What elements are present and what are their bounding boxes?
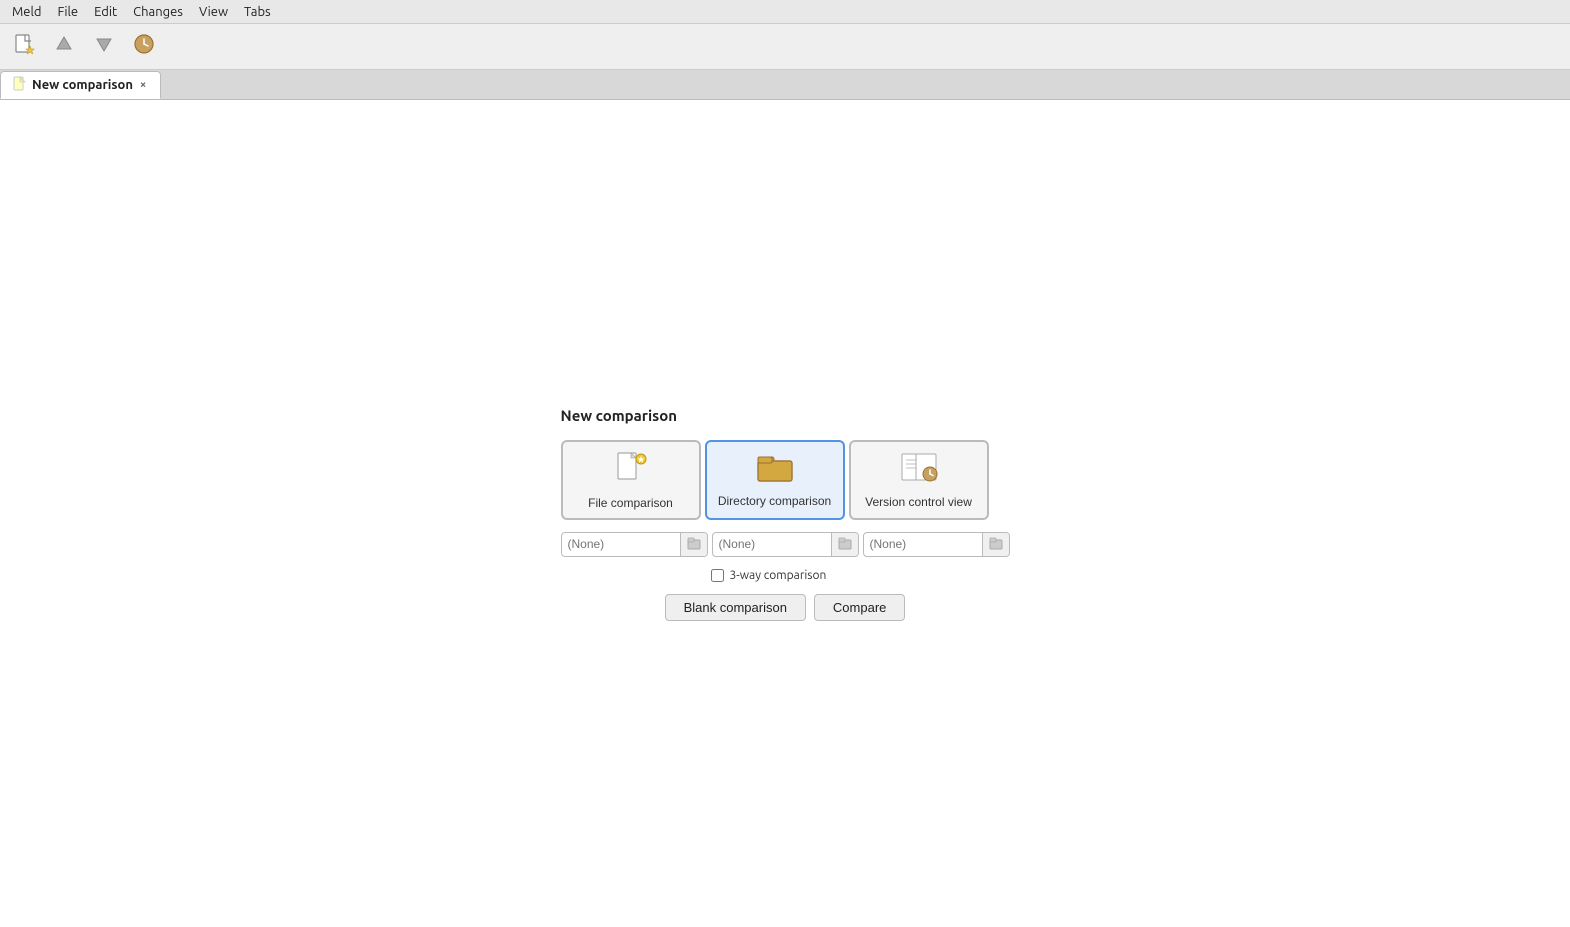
dir-path-input-wrap bbox=[712, 532, 859, 557]
file-comparison-label: File comparison bbox=[588, 496, 673, 510]
tab-document-icon bbox=[13, 76, 27, 95]
new-comparison-tab[interactable]: New comparison × bbox=[0, 71, 161, 99]
down-arrow-icon bbox=[93, 33, 115, 60]
file-comparison-button[interactable]: File comparison bbox=[561, 440, 701, 520]
new-icon bbox=[12, 32, 36, 61]
vcs-browse-icon bbox=[989, 536, 1003, 553]
directory-comparison-icon bbox=[756, 451, 794, 488]
action-buttons-row: Blank comparison Compare bbox=[561, 594, 1010, 621]
dir-path-input[interactable] bbox=[713, 533, 831, 555]
panel-title: New comparison bbox=[561, 407, 678, 424]
down-toolbar-button[interactable] bbox=[86, 29, 122, 65]
threeway-row: 3-way comparison bbox=[711, 569, 827, 582]
blank-comparison-button[interactable]: Blank comparison bbox=[665, 594, 806, 621]
directory-comparison-button[interactable]: Directory comparison bbox=[705, 440, 845, 520]
dir-browse-icon bbox=[838, 536, 852, 553]
up-arrow-icon bbox=[53, 33, 75, 60]
vcs-path-input-wrap bbox=[863, 532, 1010, 557]
menu-meld[interactable]: Meld bbox=[4, 3, 49, 21]
vcs-path-input[interactable] bbox=[864, 533, 982, 555]
menu-changes[interactable]: Changes bbox=[125, 3, 191, 21]
menu-edit[interactable]: Edit bbox=[86, 3, 125, 21]
compare-button[interactable]: Compare bbox=[814, 594, 905, 621]
menu-tabs[interactable]: Tabs bbox=[236, 3, 279, 21]
directory-comparison-label: Directory comparison bbox=[718, 494, 831, 508]
dir-browse-button[interactable] bbox=[831, 533, 858, 556]
input-row bbox=[561, 532, 1010, 557]
toolbar bbox=[0, 24, 1570, 70]
version-control-label: Version control view bbox=[865, 495, 972, 509]
file-path-input-wrap bbox=[561, 532, 708, 557]
file-path-input[interactable] bbox=[562, 533, 680, 555]
threeway-checkbox[interactable] bbox=[711, 569, 724, 582]
version-control-icon bbox=[900, 450, 938, 489]
new-comparison-panel: New comparison File comparison bbox=[561, 407, 1010, 621]
main-content: New comparison File comparison bbox=[0, 100, 1570, 927]
tab-close-button[interactable]: × bbox=[138, 79, 148, 91]
menubar: Meld File Edit Changes View Tabs bbox=[0, 0, 1570, 24]
browse-icon bbox=[687, 536, 701, 553]
threeway-label[interactable]: 3-way comparison bbox=[730, 569, 827, 582]
tabbar: New comparison × bbox=[0, 70, 1570, 100]
new-toolbar-button[interactable] bbox=[6, 29, 42, 65]
comparison-type-selector: File comparison Directory comparison bbox=[561, 440, 989, 520]
version-control-button[interactable]: Version control view bbox=[849, 440, 989, 520]
tab-label: New comparison bbox=[32, 78, 133, 92]
file-comparison-icon bbox=[613, 449, 649, 490]
file-browse-button[interactable] bbox=[680, 533, 707, 556]
clock-icon bbox=[133, 33, 155, 60]
menu-file[interactable]: File bbox=[49, 3, 86, 21]
menu-view[interactable]: View bbox=[191, 3, 236, 21]
up-toolbar-button[interactable] bbox=[46, 29, 82, 65]
vcs-browse-button[interactable] bbox=[982, 533, 1009, 556]
info-toolbar-button[interactable] bbox=[126, 29, 162, 65]
